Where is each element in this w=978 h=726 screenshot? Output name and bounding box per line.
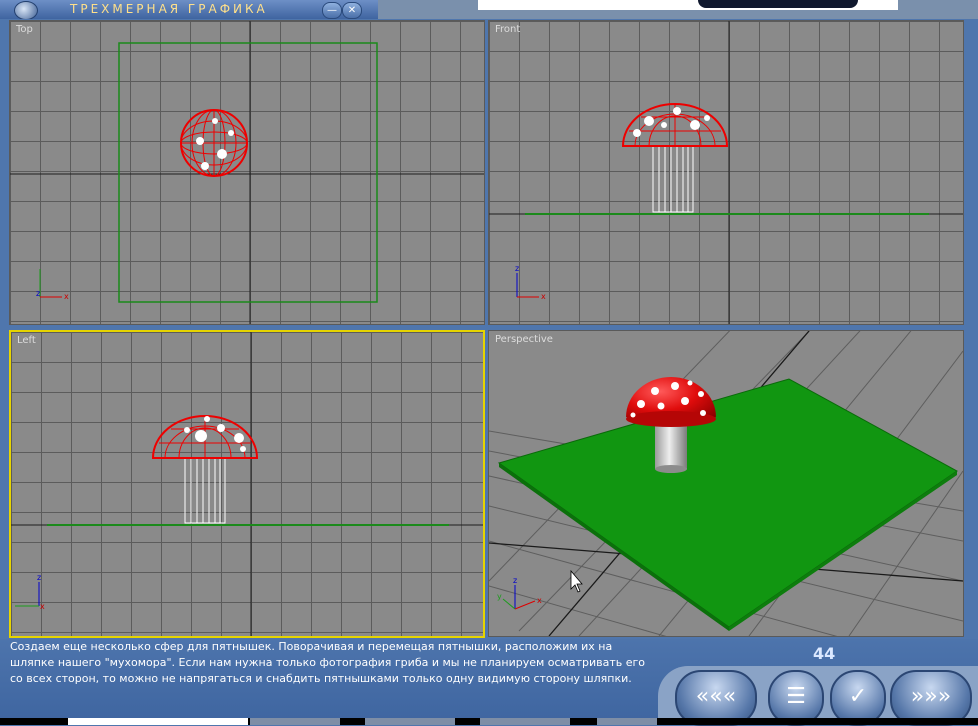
taskbar-strip <box>0 718 978 725</box>
ground-plane <box>497 378 958 628</box>
axis-gizmo-top: z x <box>36 269 69 301</box>
svg-text:x: x <box>64 292 69 301</box>
svg-text:x: x <box>40 602 45 611</box>
left-view-scene: z x <box>11 332 483 636</box>
svg-text:z: z <box>36 289 40 298</box>
mouse-cursor-icon <box>570 569 583 593</box>
viewport-front[interactable]: Front z x <box>488 20 964 325</box>
viewport-top[interactable]: Top z x <box>9 20 485 325</box>
ground-plane-outline <box>118 42 378 303</box>
axis-gizmo-front: z x <box>515 264 546 301</box>
page-number: 44 <box>813 644 836 663</box>
viewport-left[interactable]: Left z x <box>9 330 485 638</box>
axis-gizmo-left: z x <box>15 573 45 611</box>
mushroom-left-view <box>151 415 259 524</box>
front-view-scene: z x <box>489 21 963 324</box>
svg-text:z: z <box>37 573 41 582</box>
viewport-perspective[interactable]: Perspective z x y <box>488 330 964 637</box>
background-image-strip <box>378 0 978 19</box>
mushroom-front-view <box>621 103 729 213</box>
lesson-description: Создаем еще несколько сфер для пятнышек.… <box>10 640 646 685</box>
mushroom-top-view <box>180 109 248 177</box>
window-titlebar: ТРЕХМЕРНАЯ ГРАФИКА — ✕ <box>0 0 378 20</box>
svg-text:y: y <box>497 592 502 601</box>
svg-text:x: x <box>541 292 546 301</box>
close-button[interactable]: ✕ <box>342 2 362 19</box>
top-view-scene: z x <box>10 21 484 324</box>
minimize-button[interactable]: — <box>322 2 342 19</box>
svg-text:z: z <box>515 264 519 273</box>
axis-gizmo-perspective: z x y <box>497 576 542 610</box>
app-icon[interactable] <box>14 1 38 20</box>
svg-text:z: z <box>513 576 517 585</box>
svg-text:x: x <box>537 596 542 605</box>
perspective-view-scene: z x y <box>489 331 963 636</box>
window-title: ТРЕХМЕРНАЯ ГРАФИКА <box>70 2 268 16</box>
